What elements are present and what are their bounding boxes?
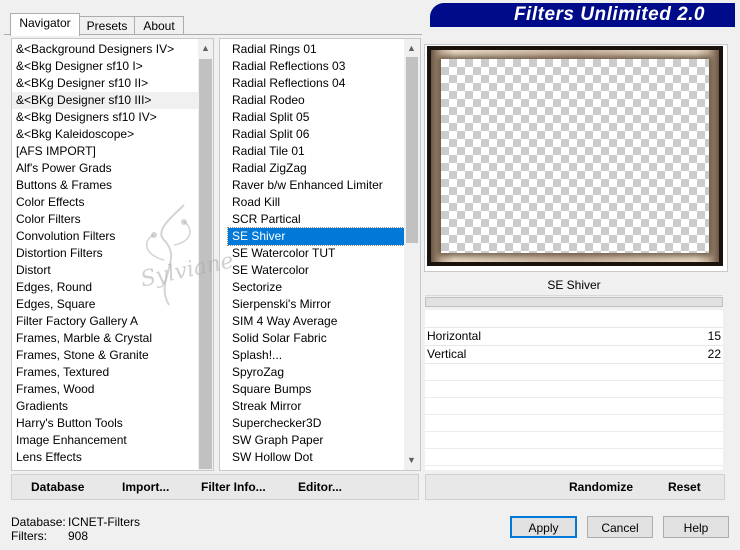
- filter-list-item[interactable]: Radial Rodeo: [228, 92, 408, 109]
- filter-list-item[interactable]: SW Hollow Dot: [228, 449, 408, 466]
- database-button[interactable]: Database: [31, 478, 84, 496]
- filter-list-item[interactable]: Road Kill: [228, 194, 408, 211]
- filter-list-item[interactable]: Radial Rings 01: [228, 41, 408, 58]
- tab-about[interactable]: About: [134, 16, 184, 35]
- param-row-vertical[interactable]: Vertical 22: [425, 346, 723, 364]
- reset-button[interactable]: Reset: [668, 478, 701, 496]
- watermark-flourish-icon: [145, 204, 191, 306]
- filter-list-item[interactable]: Splash!...: [228, 347, 408, 364]
- filter-list-item[interactable]: Radial ZigZag: [228, 160, 408, 177]
- category-list-item[interactable]: Lens Effects: [12, 449, 198, 466]
- scroll-up-icon[interactable]: ▲: [404, 41, 419, 56]
- editor-button[interactable]: Editor...: [298, 478, 342, 496]
- filter-info-button[interactable]: Filter Info...: [201, 478, 266, 496]
- filter-list-item[interactable]: Superchecker3D: [228, 415, 408, 432]
- filter-list-item[interactable]: Sierpenski's Mirror: [228, 296, 408, 313]
- filter-list-item[interactable]: SCR Partical: [228, 211, 408, 228]
- filter-scrollbar[interactable]: ▲ ▼: [404, 39, 420, 470]
- help-button[interactable]: Help: [663, 516, 729, 538]
- tab-navigator[interactable]: Navigator: [10, 13, 80, 36]
- filter-list-panel[interactable]: Radial Rings 01 Radial Reflections 03 Radi…: [219, 38, 421, 471]
- category-list-item[interactable]: &<Bkg Kaleidoscope>: [12, 126, 198, 143]
- filter-list-item[interactable]: Radial Reflections 04: [228, 75, 408, 92]
- category-list-item[interactable]: &<Bkg Designers sf10 IV>: [12, 109, 198, 126]
- param-horizontal-label: Horizontal: [427, 329, 482, 343]
- filter-list[interactable]: Radial Rings 01 Radial Reflections 03 Radi…: [227, 41, 409, 466]
- category-list-item[interactable]: Filter Factory Gallery A: [12, 313, 198, 330]
- category-list-item[interactable]: Frames, Textured: [12, 364, 198, 381]
- param-horizontal-value[interactable]: 15: [708, 328, 721, 345]
- control-bar: [425, 297, 723, 307]
- status-database-value: ICNET-Filters: [68, 515, 140, 529]
- apply-button[interactable]: Apply: [510, 516, 577, 538]
- filter-list-item[interactable]: SE Shiver: [227, 227, 409, 246]
- filter-list-item[interactable]: SE Watercolor: [228, 262, 408, 279]
- randomize-button[interactable]: Randomize: [569, 478, 633, 496]
- category-list-item[interactable]: &<BKg Designer sf10 II>: [12, 75, 198, 92]
- param-vertical-label: Vertical: [427, 347, 467, 361]
- scroll-up-icon[interactable]: ▲: [198, 41, 213, 56]
- category-list-item[interactable]: &<Background Designers IV>: [12, 41, 198, 58]
- preview-transparency: [441, 59, 709, 253]
- category-list-item[interactable]: Frames, Wood: [12, 381, 198, 398]
- category-list-item[interactable]: Frames, Marble & Crystal: [12, 330, 198, 347]
- filter-list-item[interactable]: SW Graph Paper: [228, 432, 408, 449]
- param-row-empty: [425, 310, 723, 328]
- import-button[interactable]: Import...: [122, 478, 169, 496]
- selected-filter-title: SE Shiver: [425, 275, 723, 296]
- filter-list-item[interactable]: Radial Reflections 03: [228, 58, 408, 75]
- category-list-item[interactable]: &<BKg Designer sf10 III>: [12, 92, 198, 109]
- filter-list-item[interactable]: Solid Solar Fabric: [228, 330, 408, 347]
- category-list-item[interactable]: Gradients: [12, 398, 198, 415]
- filter-list-item[interactable]: Square Bumps: [228, 381, 408, 398]
- param-vertical-value[interactable]: 22: [708, 346, 721, 363]
- filter-list-item[interactable]: Radial Tile 01: [228, 143, 408, 160]
- tab-presets[interactable]: Presets: [78, 16, 136, 35]
- category-list-item[interactable]: Harry's Button Tools: [12, 415, 198, 432]
- category-list-item[interactable]: Buttons & Frames: [12, 177, 198, 194]
- scroll-down-icon[interactable]: ▼: [404, 453, 419, 468]
- param-row-horizontal[interactable]: Horizontal 15: [425, 328, 723, 346]
- filter-list-item[interactable]: SpyroZag: [228, 364, 408, 381]
- category-list-item[interactable]: Alf's Power Grads: [12, 160, 198, 177]
- scroll-thumb[interactable]: [406, 57, 418, 243]
- app-title: Filters Unlimited 2.0: [513, 4, 705, 25]
- filter-list-item[interactable]: Sectorize: [228, 279, 408, 296]
- category-list-item[interactable]: Image Enhancement: [12, 432, 198, 449]
- status-filters-label: Filters:: [11, 529, 47, 543]
- filter-list-item[interactable]: SIM 4 Way Average: [228, 313, 408, 330]
- category-list-item[interactable]: [AFS IMPORT]: [12, 143, 198, 160]
- filter-list-item[interactable]: SE Watercolor TUT: [228, 245, 408, 262]
- category-list-item[interactable]: &<Bkg Designer sf10 I>: [12, 58, 198, 75]
- status-database-label: Database:: [11, 515, 66, 529]
- filter-list-item[interactable]: Streak Mirror: [228, 398, 408, 415]
- category-list-item[interactable]: Frames, Stone & Granite: [12, 347, 198, 364]
- param-empty-rows: [425, 364, 723, 468]
- cancel-button[interactable]: Cancel: [587, 516, 653, 538]
- status-filters-value: 908: [68, 529, 89, 543]
- filter-list-item[interactable]: Radial Split 05: [228, 109, 408, 126]
- filter-list-item[interactable]: Radial Split 06: [228, 126, 408, 143]
- filter-list-item[interactable]: Raver b/w Enhanced Limiter: [228, 177, 408, 194]
